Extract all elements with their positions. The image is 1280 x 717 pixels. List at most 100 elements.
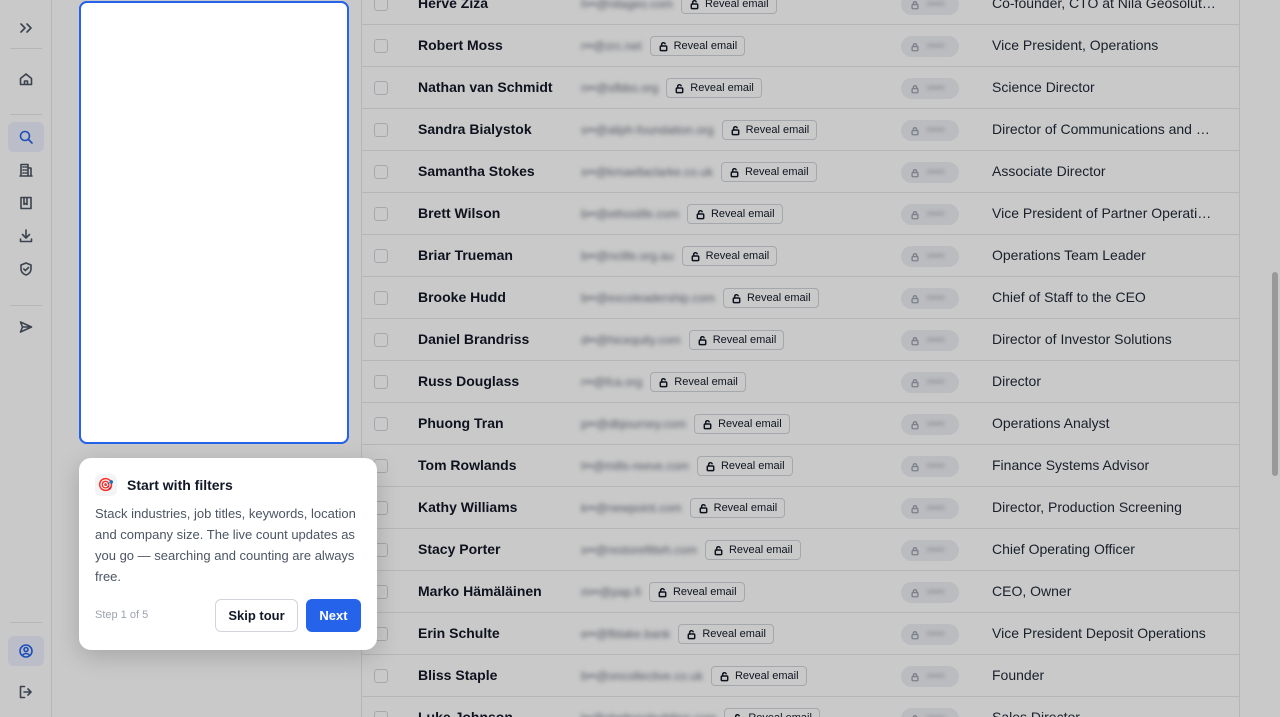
row-checkbox[interactable] xyxy=(374,123,388,137)
contact-name[interactable]: Phuong Tran xyxy=(418,415,504,431)
sidebar-item-lists[interactable] xyxy=(8,188,44,218)
scrollbar-thumb[interactable] xyxy=(1272,272,1278,476)
table-row[interactable]: Brooke Hudd b••@excoleadership.com Reveal … xyxy=(362,277,1239,319)
locked-phone[interactable]: ••••• xyxy=(901,372,959,393)
table-row[interactable]: Russ Douglass r••@fca.org Reveal email ••••… xyxy=(362,361,1239,403)
table-row[interactable]: Marko Hämäläinen m••@pap.fi Reveal email ••… xyxy=(362,571,1239,613)
sidebar-item-companies[interactable] xyxy=(8,155,44,185)
contact-name[interactable]: Erin Schulte xyxy=(418,625,500,641)
reveal-email-button[interactable]: Reveal email xyxy=(649,36,746,56)
reveal-email-button[interactable]: Reveal email xyxy=(704,540,801,560)
sidebar-item-home[interactable] xyxy=(8,64,44,94)
row-checkbox[interactable] xyxy=(374,0,388,11)
reveal-email-button[interactable]: Reveal email xyxy=(720,162,817,182)
reveal-email-button[interactable]: Reveal email xyxy=(678,624,774,644)
row-checkbox[interactable] xyxy=(374,249,388,263)
locked-phone[interactable]: ••••• xyxy=(901,624,959,645)
contact-name[interactable]: Brooke Hudd xyxy=(418,289,506,305)
sidebar-item-exports[interactable] xyxy=(8,221,44,251)
reveal-email-button[interactable]: Reveal email xyxy=(686,204,783,224)
locked-phone[interactable]: ••••• xyxy=(901,204,959,225)
table-row[interactable]: Briar Trueman b••@nclife.org.au Reveal ema… xyxy=(362,235,1239,277)
reveal-email-button[interactable]: Reveal email xyxy=(688,330,785,350)
contact-name[interactable]: Russ Douglass xyxy=(418,373,519,389)
contact-name[interactable]: Brett Wilson xyxy=(418,205,500,221)
table-row[interactable]: Kathy Williams k••@newpoint.com Reveal ema… xyxy=(362,487,1239,529)
contact-name[interactable]: Briar Trueman xyxy=(418,247,513,263)
reveal-email-button[interactable]: Reveal email xyxy=(648,582,745,602)
table-row[interactable]: Bliss Staple b••@oncollective.co.uk Reveal… xyxy=(362,655,1239,697)
locked-phone[interactable]: ••••• xyxy=(901,708,959,717)
table-row[interactable]: Nathan van Schmidt n••@sfbbo.org Reveal em… xyxy=(362,67,1239,109)
sidebar-item-outreach[interactable] xyxy=(8,312,44,342)
row-checkbox[interactable] xyxy=(374,165,388,179)
skip-tour-button[interactable]: Skip tour xyxy=(215,599,298,632)
reveal-email-button[interactable]: Reveal email xyxy=(650,372,746,392)
sidebar-item-account[interactable] xyxy=(8,636,44,666)
table-row[interactable]: Herve Ziza h••@nilageo.com Reveal email •••… xyxy=(362,0,1239,25)
table-row[interactable]: Stacy Porter s••@restorefitteh.com Reveal … xyxy=(362,529,1239,571)
contact-name[interactable]: Marko Hämäläinen xyxy=(418,583,542,599)
locked-phone[interactable]: ••••• xyxy=(901,456,959,477)
locked-phone[interactable]: ••••• xyxy=(901,414,959,435)
reveal-email-button[interactable]: Reveal email xyxy=(710,666,807,686)
contact-name[interactable]: Nathan van Schmidt xyxy=(418,79,553,95)
sidebar-item-logout[interactable] xyxy=(8,677,44,707)
table-row[interactable]: Robert Moss r••@zrc.net Reveal email ••••• V… xyxy=(362,25,1239,67)
next-button[interactable]: Next xyxy=(306,599,361,632)
locked-phone[interactable]: ••••• xyxy=(901,78,959,99)
expand-sidebar-button[interactable] xyxy=(8,13,44,43)
sidebar-item-search[interactable] xyxy=(8,122,44,152)
contact-name[interactable]: Samantha Stokes xyxy=(418,163,535,179)
contact-name[interactable]: Stacy Porter xyxy=(418,541,500,557)
row-checkbox[interactable] xyxy=(374,39,388,53)
table-row[interactable]: Samantha Stokes s••@kmaellaclarke.co.uk Re… xyxy=(362,151,1239,193)
contact-name[interactable]: Robert Moss xyxy=(418,37,503,53)
locked-phone[interactable]: ••••• xyxy=(901,330,959,351)
reveal-email-button[interactable]: Reveal email xyxy=(694,414,790,434)
locked-phone[interactable]: ••••• xyxy=(901,0,959,15)
table-row[interactable]: Phuong Tran p••@dbjourney.com Reveal email… xyxy=(362,403,1239,445)
row-checkbox[interactable] xyxy=(374,417,388,431)
table-row[interactable]: Erin Schulte e••@fbtake.bank Reveal email •… xyxy=(362,613,1239,655)
table-row[interactable]: Daniel Brandriss d••@hicequity.com Reveal … xyxy=(362,319,1239,361)
contact-name[interactable]: Herve Ziza xyxy=(418,0,488,11)
contact-name[interactable]: Bliss Staple xyxy=(418,667,497,683)
reveal-email-label: Reveal email xyxy=(744,166,809,178)
locked-phone[interactable]: ••••• xyxy=(901,162,959,183)
row-checkbox[interactable] xyxy=(374,669,388,683)
row-checkbox[interactable] xyxy=(374,711,388,717)
locked-phone[interactable]: ••••• xyxy=(901,36,959,57)
reveal-email-button[interactable]: Reveal email xyxy=(680,0,777,14)
sidebar-item-compliance[interactable] xyxy=(8,254,44,284)
reveal-email-button[interactable]: Reveal email xyxy=(681,246,778,266)
locked-phone[interactable]: ••••• xyxy=(901,666,959,687)
locked-phone[interactable]: ••••• xyxy=(901,498,959,519)
table-row[interactable]: Sandra Bialystok s••@aliph-foundation.org… xyxy=(362,109,1239,151)
reveal-email-button[interactable]: Reveal email xyxy=(689,498,786,518)
locked-phone[interactable]: ••••• xyxy=(901,582,959,603)
reveal-email-button[interactable]: Reveal email xyxy=(722,288,819,308)
reveal-email-button[interactable]: Reveal email xyxy=(666,78,762,98)
row-checkbox[interactable] xyxy=(374,333,388,347)
reveal-email-button[interactable]: Reveal email xyxy=(724,708,820,717)
contact-name[interactable]: Luke Johnson xyxy=(418,709,513,717)
row-checkbox[interactable] xyxy=(374,207,388,221)
contact-name[interactable]: Tom Rowlands xyxy=(418,457,517,473)
table-row[interactable]: Tom Rowlands t••@mills-reeve.com Reveal em… xyxy=(362,445,1239,487)
reveal-email-button[interactable]: Reveal email xyxy=(721,120,818,140)
row-checkbox[interactable] xyxy=(374,81,388,95)
filters-panel-spotlight[interactable] xyxy=(79,1,349,444)
locked-phone[interactable]: ••••• xyxy=(901,120,959,141)
reveal-email-button[interactable]: Reveal email xyxy=(696,456,793,476)
contact-name[interactable]: Kathy Williams xyxy=(418,499,517,515)
contact-name[interactable]: Sandra Bialystok xyxy=(418,121,532,137)
table-row[interactable]: Brett Wilson b••@ethoslife.com Reveal emai… xyxy=(362,193,1239,235)
locked-phone[interactable]: ••••• xyxy=(901,540,959,561)
contact-name[interactable]: Daniel Brandriss xyxy=(418,331,529,347)
row-checkbox[interactable] xyxy=(374,375,388,389)
locked-phone[interactable]: ••••• xyxy=(901,246,959,267)
row-checkbox[interactable] xyxy=(374,291,388,305)
table-row[interactable]: Luke Johnson l••@sheltonsbuilding.com Reve… xyxy=(362,697,1239,717)
locked-phone[interactable]: ••••• xyxy=(901,288,959,309)
